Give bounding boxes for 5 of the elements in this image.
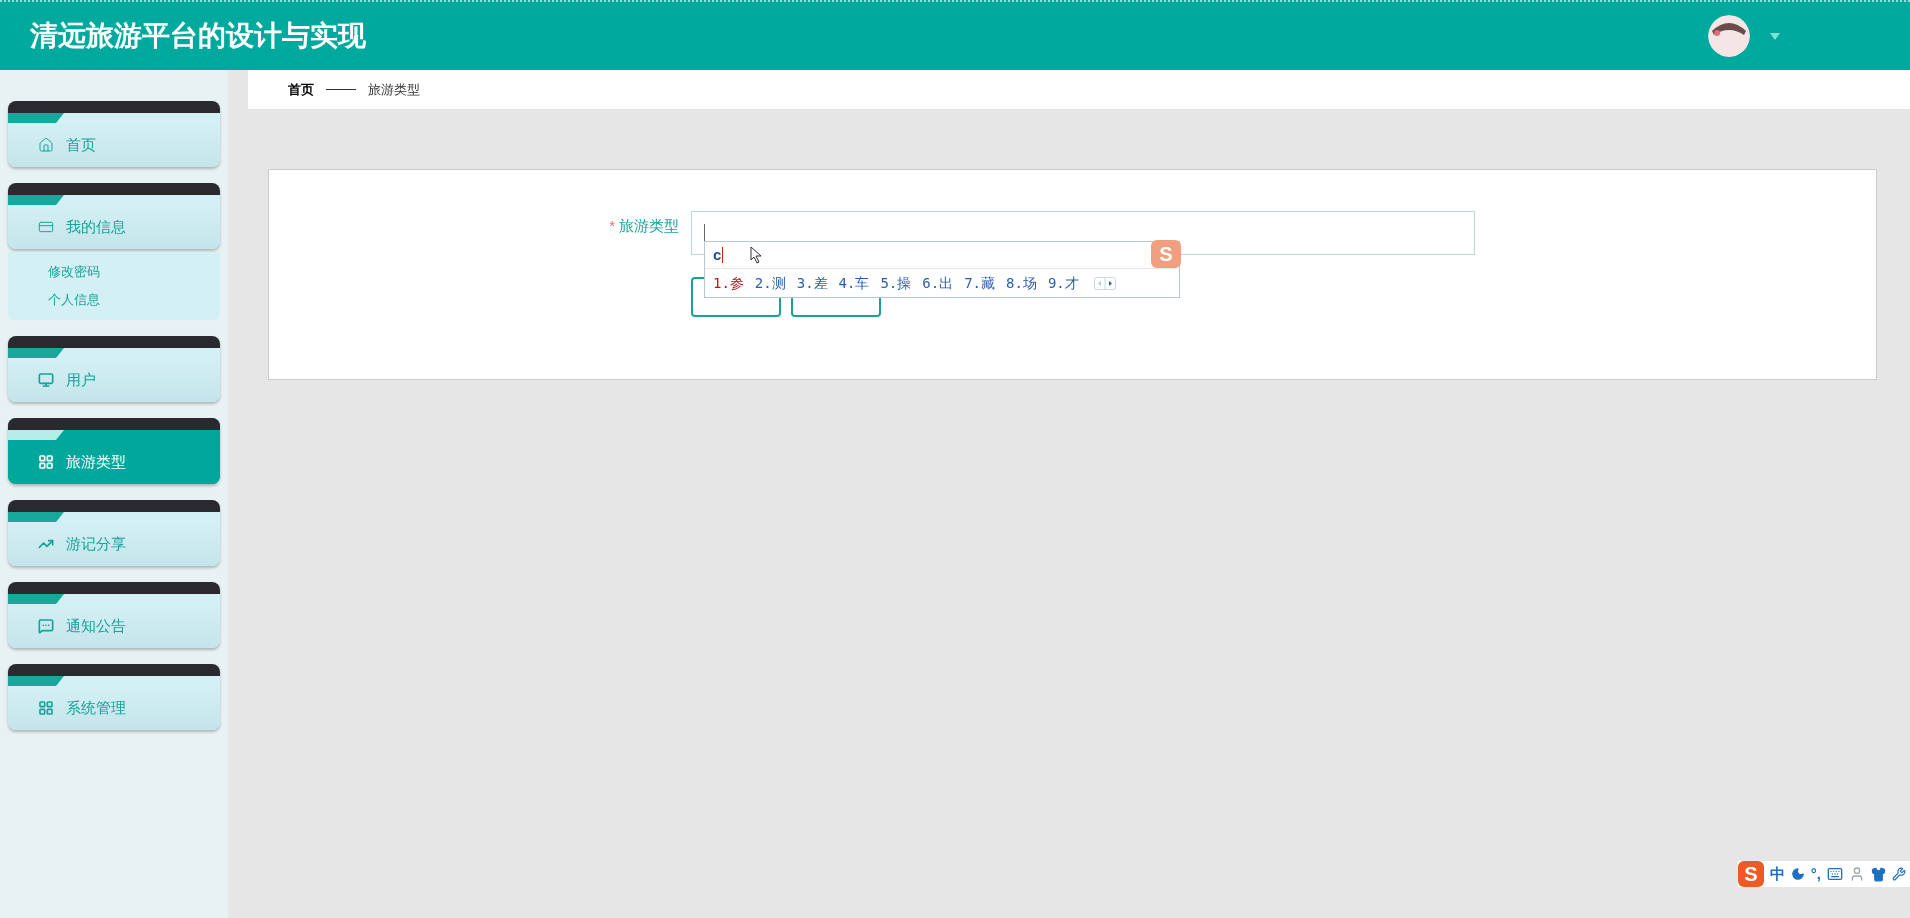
ime-composition: c xyxy=(713,244,722,265)
required-mark: * xyxy=(609,217,615,234)
ime-logo: S xyxy=(1151,240,1181,268)
field-label: 旅游类型 xyxy=(619,217,679,234)
app-title: 清远旅游平台的设计与实现 xyxy=(30,19,366,53)
